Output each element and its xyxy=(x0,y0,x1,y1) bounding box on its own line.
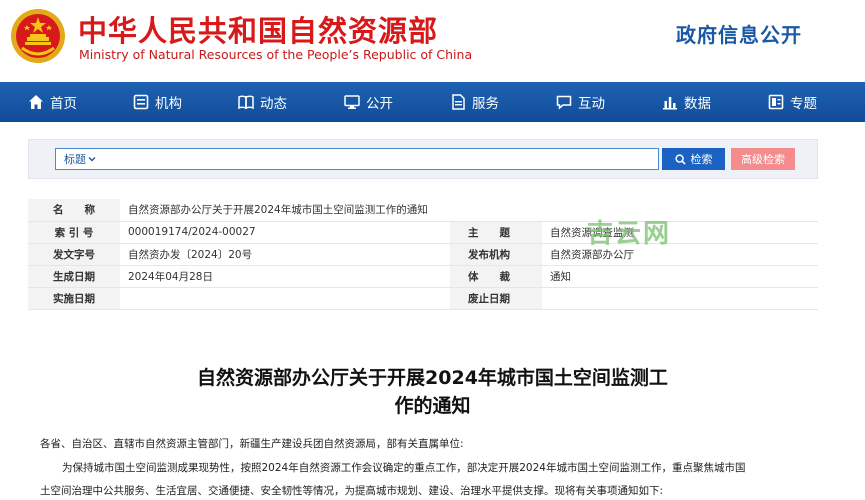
search-scope-select[interactable]: 标题 xyxy=(56,151,116,167)
meta-label-index: 索 引 号 xyxy=(28,221,120,244)
nav-item-news[interactable]: 动态 xyxy=(238,92,287,112)
nav-item-home[interactable]: 首页 xyxy=(28,92,77,112)
table-row: 发文字号 自然资办发〔2024〕20号 发布机构 自然资源部办公厅 xyxy=(28,243,818,266)
main-nav: 首页 机构 动态 公开 服务 互动 数据 专题 xyxy=(0,82,865,122)
nav-item-service[interactable]: 服务 xyxy=(450,92,499,112)
document-title-line: 自然资源部办公厅关于开展2024年城市国土空间监测工 xyxy=(197,367,668,389)
chevron-down-icon xyxy=(88,157,96,162)
meta-value-name: 自然资源部办公厅关于开展2024年城市国土空间监测工作的通知 xyxy=(120,199,818,222)
search-input[interactable] xyxy=(116,149,658,169)
nav-item-label: 首页 xyxy=(50,96,77,112)
table-row: 索 引 号 000019174/2024-00027 主 题 自然资源调查监测 xyxy=(28,221,818,244)
site-header: 中华人民共和国自然资源部 Ministry of Natural Resourc… xyxy=(0,0,865,82)
meta-value-expire xyxy=(542,287,818,310)
document-title: 自然资源部办公厅关于开展2024年城市国土空间监测工 作的通知 xyxy=(120,364,745,420)
meta-label-name: 名 称 xyxy=(28,199,120,222)
site-subtitle: Ministry of Natural Resources of the Peo… xyxy=(79,47,473,62)
search-button-label: 检索 xyxy=(690,153,713,166)
nav-item-label: 机构 xyxy=(155,96,182,112)
monitor-icon xyxy=(344,95,360,109)
nav-item-label: 专题 xyxy=(790,96,817,112)
meta-label-topic: 主 题 xyxy=(450,221,542,244)
table-row: 名 称 自然资源部办公厅关于开展2024年城市国土空间监测工作的通知 xyxy=(28,199,818,222)
national-emblem-icon[interactable] xyxy=(10,8,66,64)
nav-item-label: 动态 xyxy=(260,96,287,112)
meta-value-genre: 通知 xyxy=(542,265,818,288)
portal-title[interactable]: 政府信息公开 xyxy=(676,19,802,48)
meta-label-date: 生成日期 xyxy=(28,265,120,288)
search-scope-label: 标题 xyxy=(64,153,86,166)
home-icon xyxy=(29,95,43,109)
paragraph-line: 土空间治理中公共服务、生活宜居、交通便捷、安全韧性等情况，为提高城市规划、建设、… xyxy=(40,485,664,497)
site-title[interactable]: 中华人民共和国自然资源部 xyxy=(78,8,438,50)
meta-label-doc-no: 发文字号 xyxy=(28,243,120,266)
document-icon xyxy=(452,94,465,110)
meta-value-issuer: 自然资源部办公厅 xyxy=(542,243,818,266)
chat-icon xyxy=(556,95,572,110)
search-button[interactable]: 检索 xyxy=(662,148,725,170)
meta-label-genre: 体 裁 xyxy=(450,265,542,288)
document-title-line: 作的通知 xyxy=(394,395,471,417)
search-icon xyxy=(674,153,686,165)
advanced-search-button[interactable]: 高级检索 xyxy=(731,148,795,170)
meta-value-date: 2024年04月28日 xyxy=(120,265,450,288)
meta-value-effective xyxy=(120,287,450,310)
book-icon xyxy=(238,95,254,110)
table-row: 实施日期 废止日期 xyxy=(28,287,818,310)
nav-item-interact[interactable]: 互动 xyxy=(556,92,605,112)
org-icon xyxy=(133,94,149,110)
search-box: 标题 xyxy=(55,148,659,170)
nav-item-label: 互动 xyxy=(578,96,605,112)
nav-item-label: 服务 xyxy=(472,96,499,112)
nav-item-topics[interactable]: 专题 xyxy=(768,92,817,112)
document-meta-table: 名 称 自然资源部办公厅关于开展2024年城市国土空间监测工作的通知 索 引 号… xyxy=(28,199,818,310)
search-bar: 标题 检索 高级检索 xyxy=(28,139,818,179)
paragraph-line: 为保持城市国土空间监测成果现势性，按照2024年自然资源工作会议确定的重点工作，… xyxy=(62,462,746,474)
nav-item-data[interactable]: 数据 xyxy=(662,92,711,112)
bar-chart-icon xyxy=(663,97,677,110)
nav-item-label: 公开 xyxy=(366,96,393,112)
meta-value-doc-no: 自然资办发〔2024〕20号 xyxy=(120,243,450,266)
table-row: 生成日期 2024年04月28日 体 裁 通知 xyxy=(28,265,818,288)
meta-value-index: 000019174/2024-00027 xyxy=(120,221,450,244)
watermark: 吉云网 xyxy=(587,219,672,249)
meta-label-issuer: 发布机构 xyxy=(450,243,542,266)
nav-item-org[interactable]: 机构 xyxy=(133,92,182,112)
meta-label-effective: 实施日期 xyxy=(28,287,120,310)
meta-label-expire: 废止日期 xyxy=(450,287,542,310)
meta-value-topic: 自然资源调查监测 xyxy=(542,221,818,244)
topic-icon xyxy=(768,94,784,110)
nav-item-public[interactable]: 公开 xyxy=(344,92,393,112)
nav-item-label: 数据 xyxy=(684,96,711,112)
salutation: 各省、自治区、直辖市自然资源主管部门，新疆生产建设兵团自然资源局，部有关直属单位… xyxy=(40,438,464,450)
